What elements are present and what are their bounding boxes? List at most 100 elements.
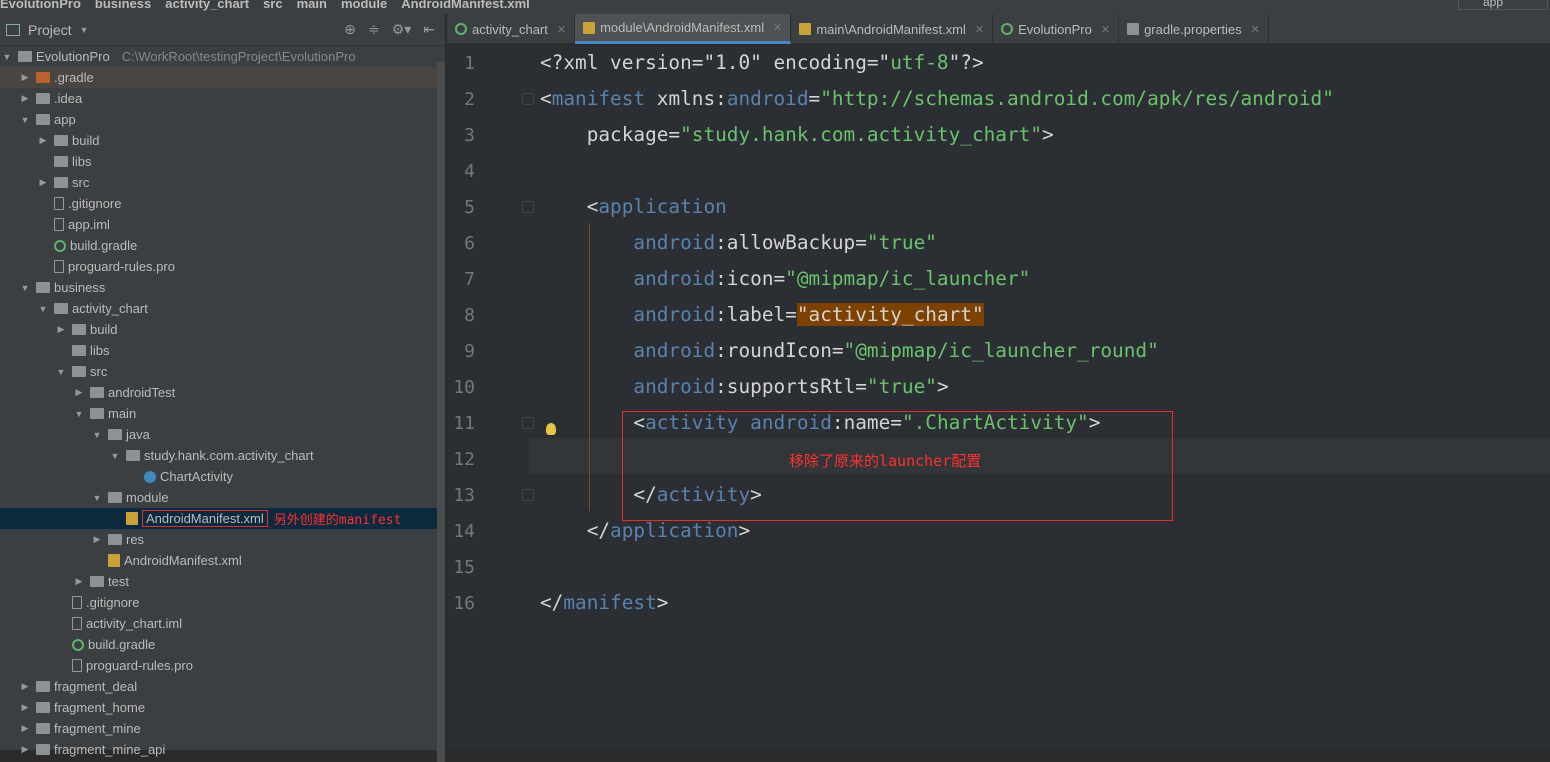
folder-icon xyxy=(90,576,104,587)
chevron-right-icon[interactable]: ▶ xyxy=(18,72,32,83)
tab-2[interactable]: main\AndroidManifest.xml ✕ xyxy=(791,14,994,44)
tab-4[interactable]: gradle.properties ✕ xyxy=(1119,14,1269,44)
code-token: android xyxy=(540,375,716,398)
chevron-right-icon[interactable]: ▶ xyxy=(72,387,86,398)
close-icon[interactable]: ✕ xyxy=(1101,23,1110,36)
breadcrumb-item[interactable]: EvolutionPro xyxy=(0,0,81,11)
chevron-right-icon[interactable]: ▶ xyxy=(36,177,50,188)
tree-item[interactable]: .gitignore xyxy=(0,193,445,214)
tab-label: main\AndroidManifest.xml xyxy=(816,21,966,37)
folder-icon xyxy=(36,93,50,104)
chevron-down-icon[interactable]: ▼ xyxy=(18,283,32,293)
tree-item[interactable]: activity_chart.iml xyxy=(0,613,445,634)
tree-item[interactable]: libs xyxy=(0,151,445,172)
tree-item[interactable]: libs xyxy=(0,340,445,361)
gear-icon[interactable]: ⚙▾ xyxy=(392,21,412,38)
chevron-right-icon[interactable]: ▶ xyxy=(18,723,32,734)
chevron-down-icon[interactable]: ▼ xyxy=(90,430,104,440)
breadcrumb-item[interactable]: AndroidManifest.xml xyxy=(401,0,530,11)
tree-item[interactable]: ▼ EvolutionPro C:\WorkRoot\testingProject\… xyxy=(0,46,445,67)
tree-item[interactable]: proguard-rules.pro xyxy=(0,655,445,676)
tree-item-label: res xyxy=(126,532,145,547)
tree-item[interactable]: proguard-rules.pro xyxy=(0,256,445,277)
tree-item[interactable]: ▶ fragment_deal xyxy=(0,676,445,697)
locate-icon[interactable]: ⊕ xyxy=(344,21,356,38)
chevron-right-icon[interactable]: ▶ xyxy=(90,534,104,545)
tree-item[interactable]: ▶ test xyxy=(0,571,445,592)
close-icon[interactable]: ✕ xyxy=(557,23,566,36)
tree-item[interactable]: ▼ src xyxy=(0,361,445,382)
tab-1[interactable]: module\AndroidManifest.xml ✕ xyxy=(575,14,792,44)
tree-item[interactable]: ▶ build xyxy=(0,130,445,151)
annotation-text: 移除了原来的launcher配置 xyxy=(789,452,982,470)
breadcrumb-item[interactable]: business xyxy=(95,0,151,11)
tab-0[interactable]: activity_chart ✕ xyxy=(447,14,576,44)
chevron-down-icon[interactable]: ▼ xyxy=(0,52,14,62)
chevron-right-icon[interactable]: ▶ xyxy=(18,93,32,104)
tree-scrollbar[interactable] xyxy=(437,62,445,762)
fold-marker-icon[interactable] xyxy=(522,417,534,429)
tree-item[interactable]: ▼ business xyxy=(0,277,445,298)
tree-item[interactable]: ▶ .gradle xyxy=(0,67,445,88)
collapse-all-icon[interactable]: ≑ xyxy=(368,21,380,38)
tree-item[interactable]: ▼ module xyxy=(0,487,445,508)
tree-item-path: C:\WorkRoot\testingProject\EvolutionPro xyxy=(121,49,356,64)
tree-item-label: business xyxy=(54,280,106,295)
code-editor[interactable]: 1 2 3 4 5 6 7 8 9 10 11 12 13 14 15 16 <?xml version="1… xyxy=(447,45,1550,750)
tree-item[interactable]: ▼ java xyxy=(0,424,445,445)
close-icon[interactable]: ✕ xyxy=(773,21,782,34)
tree-item[interactable]: AndroidManifest.xml xyxy=(0,550,445,571)
breadcrumb-item[interactable]: main xyxy=(297,0,327,11)
tree-item[interactable]: build.gradle xyxy=(0,634,445,655)
tree-item-label: fragment_home xyxy=(54,700,146,715)
folder-icon xyxy=(54,177,68,188)
tree-item[interactable]: app.iml xyxy=(0,214,445,235)
tab-3[interactable]: EvolutionPro ✕ xyxy=(993,14,1120,44)
tree-item[interactable]: ▶ src xyxy=(0,172,445,193)
tree-item[interactable]: ▶ fragment_home xyxy=(0,697,445,718)
tree-item[interactable]: ChartActivity xyxy=(0,466,445,487)
chevron-right-icon[interactable]: ▶ xyxy=(18,702,32,713)
close-icon[interactable]: ✕ xyxy=(975,23,984,36)
chevron-right-icon[interactable]: ▶ xyxy=(18,681,32,692)
line-number: 16 xyxy=(453,593,475,614)
tree-item[interactable]: .gitignore xyxy=(0,592,445,613)
chevron-right-icon[interactable]: ▶ xyxy=(36,135,50,146)
chevron-down-icon[interactable]: ▼ xyxy=(54,367,68,377)
tree-item[interactable]: ▶ .idea xyxy=(0,88,445,109)
chevron-down-icon[interactable]: ▼ xyxy=(36,304,50,314)
fold-marker-icon[interactable] xyxy=(522,93,534,105)
chevron-down-icon[interactable]: ▼ xyxy=(18,115,32,125)
tree-item[interactable]: ▶ res xyxy=(0,529,445,550)
tree-item-label: build xyxy=(90,322,118,337)
tree-item[interactable]: ▶ build xyxy=(0,319,445,340)
project-view-select[interactable]: Project xyxy=(28,22,72,38)
close-icon[interactable]: ✕ xyxy=(1251,23,1260,36)
breadcrumb-item[interactable]: src xyxy=(263,0,283,11)
hide-panel-icon[interactable]: ⇤ xyxy=(423,21,435,38)
chevron-right-icon[interactable]: ▶ xyxy=(54,324,68,335)
xml-icon xyxy=(108,554,120,567)
folder-icon xyxy=(126,450,140,461)
line-gutter: 1 2 3 4 5 6 7 8 9 10 11 12 13 14 15 16 xyxy=(447,45,534,750)
chevron-down-icon[interactable]: ▼ xyxy=(72,409,86,419)
fold-marker-icon[interactable] xyxy=(522,201,534,213)
tree-item[interactable]: build.gradle xyxy=(0,235,445,256)
tree-item[interactable]: ▼ activity_chart xyxy=(0,298,445,319)
tree-item[interactable]: ▶ androidTest xyxy=(0,382,445,403)
chevron-down-icon[interactable]: ▼ xyxy=(90,493,104,503)
chevron-down-icon[interactable]: ▼ xyxy=(80,25,89,35)
chevron-right-icon[interactable]: ▶ xyxy=(72,576,86,587)
fold-marker-icon[interactable] xyxy=(522,489,534,501)
tree-item[interactable]: ▼ main xyxy=(0,403,445,424)
tree-item[interactable]: ▶ fragment_mine xyxy=(0,718,445,739)
tree-item[interactable]: ▼ app xyxy=(0,109,445,130)
tree-item[interactable]: AndroidManifest.xml 另外创建的manifest xyxy=(0,508,445,529)
breadcrumb-item[interactable]: module xyxy=(341,0,387,11)
run-config-select[interactable]: app xyxy=(1458,0,1548,10)
chevron-down-icon[interactable]: ▼ xyxy=(108,451,122,461)
tree-item[interactable]: ▼ study.hank.com.activity_chart xyxy=(0,445,445,466)
lightbulb-icon[interactable] xyxy=(546,423,556,435)
project-panel: Project ▼ ⊕ ≑ ⚙▾ ⇤ ▼ EvolutionPro C:\WorkR… xyxy=(0,14,446,762)
breadcrumb-item[interactable]: activity_chart xyxy=(165,0,249,11)
